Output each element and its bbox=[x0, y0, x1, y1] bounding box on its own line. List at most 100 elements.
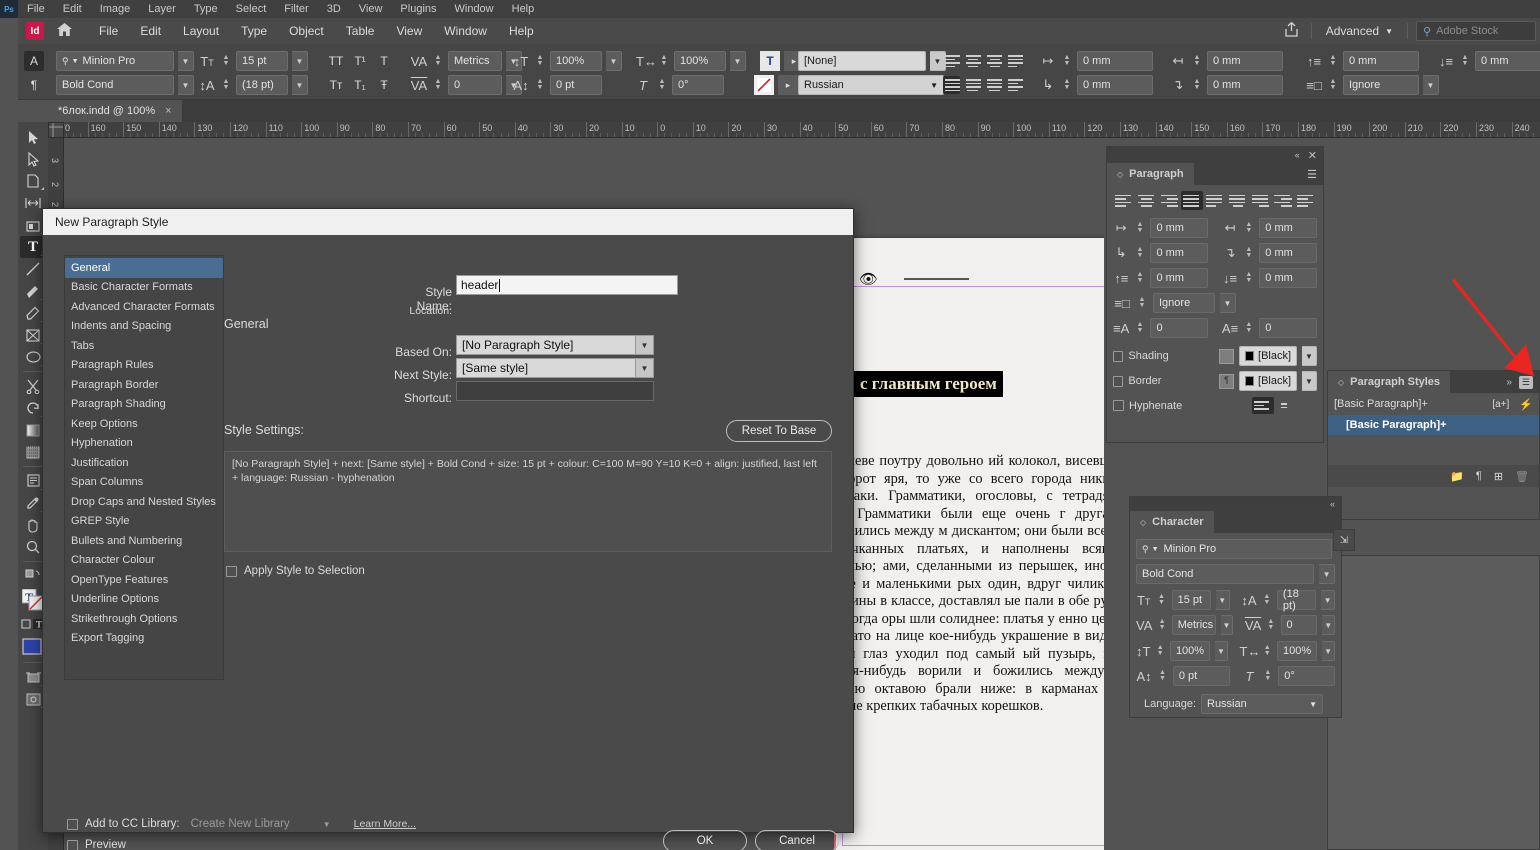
add-to-cc-library-checkbox[interactable] bbox=[67, 819, 78, 830]
right-indent-stepper[interactable]: ▲▼ bbox=[1191, 51, 1203, 71]
dialog-category-hyphenation[interactable]: Hyphenation bbox=[65, 434, 223, 454]
close-icon[interactable]: × bbox=[165, 105, 171, 117]
leading-field[interactable]: (18 pt) bbox=[236, 75, 288, 95]
ps-menu-file[interactable]: File bbox=[18, 0, 54, 18]
font-style-field[interactable]: Bold Cond bbox=[56, 75, 174, 95]
font-family-field[interactable]: ⚲ ▼ Minion Pro bbox=[56, 51, 174, 71]
learn-more-link[interactable]: Learn More... bbox=[354, 818, 416, 830]
skew-stepper[interactable]: ▲▼ bbox=[656, 75, 668, 95]
add-to-cc-library-row[interactable]: Add to CC Library: Create New Library ▼ … bbox=[67, 818, 416, 830]
vertical-scale-field[interactable]: 100% bbox=[550, 51, 602, 71]
space-after-stepper[interactable]: ▲▼ bbox=[1459, 51, 1471, 71]
align-center-icon[interactable] bbox=[964, 52, 981, 70]
align-to-grid-dropdown[interactable]: ▼ bbox=[1220, 293, 1236, 313]
dialog-category-underline-options[interactable]: Underline Options bbox=[65, 590, 223, 610]
font-size-stepper[interactable]: ▲▼ bbox=[220, 51, 232, 71]
align-to-grid-dropdown[interactable]: ▼ bbox=[1423, 75, 1439, 95]
fill-colour-icon[interactable]: T bbox=[760, 51, 780, 71]
horizontal-scale-dropdown[interactable]: ▼ bbox=[1322, 641, 1335, 661]
justify-last-center-icon[interactable] bbox=[1227, 191, 1249, 210]
align-to-grid-stepper[interactable]: ▲▼ bbox=[1136, 293, 1148, 313]
last-line-indent-stepper[interactable]: ▲▼ bbox=[1191, 75, 1203, 95]
all-caps-icon[interactable]: TT bbox=[326, 51, 346, 71]
ps-menu-3d[interactable]: 3D bbox=[318, 0, 350, 18]
share-icon[interactable] bbox=[1281, 22, 1303, 40]
dialog-category-keep-options[interactable]: Keep Options bbox=[65, 414, 223, 434]
ps-menu-help[interactable]: Help bbox=[503, 0, 544, 18]
dialog-category-list[interactable]: GeneralBasic Character FormatsAdvanced C… bbox=[64, 255, 224, 680]
baseline-shift-stepper[interactable]: ▲▼ bbox=[534, 75, 546, 95]
list-item[interactable]: [Basic Paragraph]+ bbox=[1328, 415, 1539, 435]
ps-menu-plugins[interactable]: Plugins bbox=[391, 0, 445, 18]
align-right-icon[interactable] bbox=[1159, 191, 1181, 210]
stroke-colour-icon[interactable] bbox=[754, 75, 774, 95]
align-center-icon[interactable] bbox=[1136, 191, 1158, 210]
border-checkbox[interactable] bbox=[1113, 376, 1123, 387]
menu-edit[interactable]: Edit bbox=[129, 18, 172, 44]
horizontal-scale-field[interactable]: 100% bbox=[674, 51, 726, 71]
dialog-category-span-columns[interactable]: Span Columns bbox=[65, 473, 223, 493]
kerning-stepper[interactable]: ▲▼ bbox=[1157, 615, 1166, 635]
paragraph-composer-icon[interactable] bbox=[1252, 397, 1274, 414]
vertical-scale-dropdown[interactable]: ▼ bbox=[606, 51, 622, 71]
first-line-indent-stepper[interactable]: ▲▼ bbox=[1061, 75, 1073, 95]
border-colour-field[interactable]: [Black] bbox=[1239, 371, 1297, 391]
dialog-category-paragraph-border[interactable]: Paragraph Border bbox=[65, 375, 223, 395]
horizontal-scale-field[interactable]: 100% bbox=[1277, 641, 1317, 661]
font-family-field[interactable]: ⚲ ▼ Minion Pro bbox=[1136, 539, 1332, 559]
new-group-icon[interactable]: 📁 bbox=[1450, 470, 1464, 483]
subscript-icon[interactable]: T₁ bbox=[350, 75, 370, 95]
language-field[interactable]: Russian ▼ bbox=[1201, 694, 1323, 714]
align-left-icon[interactable] bbox=[943, 52, 960, 70]
paragraph-styles-tab[interactable]: ◇ Paragraph Styles bbox=[1328, 371, 1450, 393]
ruler-origin-box[interactable] bbox=[48, 122, 64, 138]
menu-view[interactable]: View bbox=[385, 18, 433, 44]
tracking-stepper[interactable]: ▲▼ bbox=[432, 75, 444, 95]
justify-all-icon[interactable] bbox=[1181, 191, 1203, 210]
font-size-field[interactable]: 15 pt bbox=[236, 51, 288, 71]
left-indent-field[interactable]: 0 mm bbox=[1077, 51, 1153, 71]
tracking-field[interactable]: 0 bbox=[1281, 615, 1318, 635]
home-icon[interactable] bbox=[54, 23, 74, 39]
dialog-category-opentype-features[interactable]: OpenType Features bbox=[65, 570, 223, 590]
space-before-field[interactable]: 0 mm bbox=[1150, 268, 1208, 288]
last-line-indent-field[interactable]: 0 mm bbox=[1259, 243, 1317, 263]
headline-text[interactable]: с главным героем bbox=[854, 371, 1003, 397]
space-after-stepper[interactable]: ▲▼ bbox=[1243, 268, 1254, 288]
space-before-field[interactable]: 0 mm bbox=[1343, 51, 1419, 71]
last-line-indent-stepper[interactable]: ▲▼ bbox=[1243, 243, 1254, 263]
align-to-grid-field[interactable]: Ignore bbox=[1153, 293, 1215, 313]
font-style-field[interactable]: Bold Cond bbox=[1136, 564, 1314, 584]
shading-pattern-icon[interactable] bbox=[1219, 349, 1234, 364]
character-style-field[interactable]: [None] bbox=[798, 51, 926, 71]
paragraph-styles-list[interactable]: [Basic Paragraph]+ bbox=[1328, 415, 1539, 435]
chevron-down-icon[interactable]: ▼ bbox=[323, 820, 331, 829]
kerning-dropdown[interactable]: ▼ bbox=[1221, 615, 1234, 635]
shading-colour-field[interactable]: [Black] bbox=[1239, 346, 1297, 366]
paragraph-panel-tab[interactable]: ◇ Paragraph bbox=[1107, 163, 1194, 185]
strikethrough-icon[interactable]: Ŧ bbox=[374, 75, 394, 95]
paragraph-formatting-toggle[interactable]: ¶ bbox=[24, 75, 44, 95]
next-style-select[interactable]: [Same style] bbox=[456, 358, 636, 378]
balance-columns-icon[interactable] bbox=[1279, 397, 1301, 414]
leading-stepper[interactable]: ▲▼ bbox=[1262, 590, 1272, 610]
underline-icon[interactable]: T bbox=[374, 51, 394, 71]
reset-to-base-button[interactable]: Reset To Base bbox=[726, 420, 832, 442]
align-left-icon[interactable] bbox=[1113, 191, 1135, 210]
collapse-icon[interactable]: « bbox=[1330, 499, 1335, 509]
dialog-category-grep-style[interactable]: GREP Style bbox=[65, 512, 223, 532]
dialog-category-justification[interactable]: Justification bbox=[65, 453, 223, 473]
based-on-dropdown-arrow[interactable]: ▼ bbox=[636, 335, 654, 355]
document-tab[interactable]: *6лок.indd @ 100% × bbox=[48, 100, 182, 122]
dialog-category-bullets-and-numbering[interactable]: Bullets and Numbering bbox=[65, 531, 223, 551]
leading-dropdown[interactable]: ▼ bbox=[1321, 590, 1335, 610]
next-style-dropdown-arrow[interactable]: ▼ bbox=[636, 358, 654, 378]
stroke-expand-icon[interactable]: ▸ bbox=[778, 75, 798, 95]
last-line-indent-field[interactable]: 0 mm bbox=[1207, 75, 1283, 95]
tracking-field[interactable]: 0 bbox=[448, 75, 502, 95]
skew-field[interactable]: 0° bbox=[672, 75, 724, 95]
dialog-category-tabs[interactable]: Tabs bbox=[65, 336, 223, 356]
font-style-dropdown[interactable]: ▼ bbox=[1319, 564, 1335, 584]
ps-menu-window[interactable]: Window bbox=[446, 0, 503, 18]
based-on-select[interactable]: [No Paragraph Style] bbox=[456, 335, 636, 355]
